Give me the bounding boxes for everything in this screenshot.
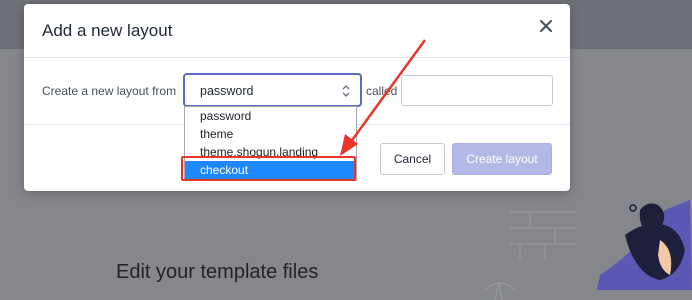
layout-name-input[interactable] — [401, 75, 553, 106]
select-arrows-icon — [342, 85, 350, 97]
layout-dropdown-list: password theme theme.shogun.landing chec… — [184, 106, 357, 181]
layout-source-select[interactable]: password — [184, 74, 361, 106]
modal-header: Add a new layout — [24, 4, 570, 58]
close-icon — [540, 20, 552, 32]
dropdown-option-password[interactable]: password — [185, 107, 356, 125]
select-value: password — [200, 84, 254, 98]
close-button[interactable] — [536, 16, 556, 36]
cancel-button[interactable]: Cancel — [380, 143, 445, 175]
background-heading: Edit your template files — [116, 261, 319, 283]
modal-title: Add a new layout — [42, 21, 173, 40]
create-layout-button[interactable]: Create layout — [452, 143, 552, 175]
dropdown-option-theme[interactable]: theme — [185, 125, 356, 143]
called-label: called — [366, 84, 398, 98]
dropdown-option-checkout[interactable]: checkout — [185, 161, 356, 179]
dropdown-option-theme-shogun-landing[interactable]: theme.shogun.landing — [185, 143, 356, 161]
create-from-label: Create a new layout from — [42, 84, 177, 98]
